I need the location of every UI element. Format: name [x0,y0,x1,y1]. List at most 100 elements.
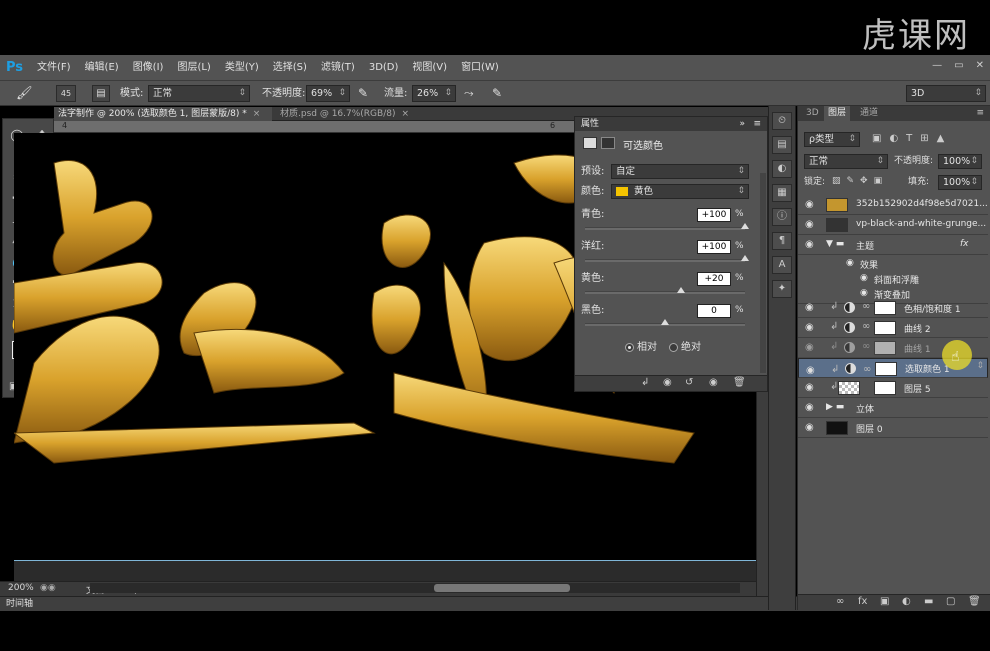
effect-eye-icon[interactable]: ◉ [860,288,868,298]
filter-icons[interactable]: ▣◐T⊞▲ [872,133,952,144]
eye-icon[interactable]: ◉ [805,422,814,433]
slider-thumb[interactable] [677,287,685,293]
layer-row[interactable]: ◉ 352b152902d4f98e5d7021... [798,195,988,215]
effect-eye-icon[interactable]: ◉ [846,258,854,268]
collapse-icon[interactable]: » [739,117,745,131]
layer-group-row[interactable]: ◉ ▶ ▬ 立体 [798,398,988,418]
swatches-icon[interactable]: ▦ [772,184,792,202]
eye-icon[interactable]: ◉ [805,219,814,230]
layers-menu-icon[interactable]: ≡ [972,106,988,121]
fill-input[interactable]: 100% [938,175,982,190]
collapsed-group-icon[interactable]: ▶ ▬ [826,402,844,412]
layer-row[interactable]: ◉ ↲ 图层 5 [798,378,988,398]
layer-row[interactable]: ◉ ↲ ∞ 曲线 2 [798,318,988,338]
info-icon[interactable]: ⓘ [772,208,792,226]
horizontal-scrollbar[interactable] [90,583,740,593]
layer-filter-select[interactable]: ρ类型 [804,132,860,147]
mask-thumb[interactable] [874,381,896,395]
layer-opacity-input[interactable]: 100% [938,154,982,169]
menu-3d[interactable]: 3D(D) [362,55,406,80]
link-layers-icon[interactable]: ∞ [836,596,844,607]
airbrush-icon[interactable]: ⤳ [464,85,474,102]
slider-value-input[interactable]: +100 [697,240,731,254]
layer-row[interactable]: ◉ 图层 0 [798,418,988,438]
color-select[interactable]: 黄色 [611,184,749,199]
view-previous-icon[interactable]: ◉ [663,377,672,388]
doc-tab-active[interactable]: 法字制作 @ 200% (选取颜色 1, 图层蒙版/8) * × [54,107,272,121]
slider-track[interactable] [585,259,745,262]
minimize-button[interactable]: — [932,60,942,71]
brush-size-picker[interactable]: 45 [56,85,76,102]
horizontal-scroll-thumb[interactable] [434,584,570,592]
link-icon[interactable]: ∞ [862,321,870,332]
history-icon[interactable]: ⏲ [772,112,792,130]
workspace-select[interactable]: 3D [906,85,986,102]
new-adjustment-icon[interactable]: ◐ [902,596,911,607]
properties-icon[interactable]: ▤ [772,136,792,154]
eye-icon[interactable]: ◉ [805,382,814,393]
blend-mode-select[interactable]: 正常 [804,154,888,169]
eye-icon[interactable]: ◉ [805,302,814,313]
eye-icon[interactable]: ◉ [805,322,814,333]
doc-tab-material[interactable]: 材质.psd @ 16.7%(RGB/8) × [276,107,426,121]
character-icon[interactable]: A [772,256,792,274]
menu-edit[interactable]: 编辑(E) [78,55,126,80]
preset-select[interactable]: 自定 [611,164,749,179]
add-mask-icon[interactable]: ▣ [880,596,889,607]
slider-thumb[interactable] [741,223,749,229]
delete-icon[interactable]: 🗑 [733,377,746,388]
visibility-icon[interactable]: ◉ [709,377,718,388]
brush-tool-icon[interactable]: 🖌 [16,85,33,102]
eye-icon[interactable]: ◉ [806,363,815,378]
menu-image[interactable]: 图像(I) [126,55,171,80]
flow-input[interactable]: 26% [412,85,456,102]
new-layer-icon[interactable]: ▢ [946,596,955,607]
link-icon[interactable]: ∞ [862,341,870,352]
mask-thumb[interactable] [874,341,896,355]
mode-select[interactable]: 正常 [148,85,250,102]
link-icon[interactable]: ∞ [862,301,870,312]
mask-icon[interactable] [601,137,615,149]
pressure-opacity-icon[interactable]: ✎ [358,85,368,102]
close-button[interactable]: ✕ [976,60,984,71]
reset-icon[interactable]: ↺ [685,377,693,388]
link-icon[interactable]: ∞ [863,362,871,377]
mask-thumb[interactable] [874,301,896,315]
mask-thumb[interactable] [875,362,897,376]
brush-preset-icon[interactable]: ✦ [772,280,792,298]
mask-thumb[interactable] [874,321,896,335]
layer-row[interactable]: ◉ vp-black-and-white-grunge... [798,215,988,235]
menu-select[interactable]: 选择(S) [266,55,314,80]
properties-scrollbar[interactable] [760,173,766,373]
eye-icon[interactable]: ◉ [805,342,814,353]
slider-value-input[interactable]: 0 [697,304,731,318]
opacity-input[interactable]: 69% [306,85,350,102]
lock-icons[interactable]: ▨✎✥▣ [832,176,888,186]
adjust-icon[interactable]: ◐ [772,160,792,178]
fx-badge[interactable]: fx [960,239,969,249]
slider-value-input[interactable]: +20 [697,272,731,286]
layer-row[interactable]: ◉ ↲ ∞ 色相/饱和度 1 [798,298,988,318]
absolute-radio[interactable] [669,343,678,352]
panel-menu-icon[interactable]: ≡ [753,117,761,131]
new-group-icon[interactable]: ▬ [924,596,933,607]
menu-view[interactable]: 视图(V) [405,55,454,80]
paragraph-icon[interactable]: ¶ [772,232,792,250]
status-icon[interactable]: ◉◉ [40,583,56,593]
menu-file[interactable]: 文件(F) [30,55,78,80]
slider-thumb[interactable] [741,255,749,261]
pressure-size-icon[interactable]: ✎ [492,85,502,102]
eye-icon[interactable]: ◉ [805,199,814,210]
relative-radio[interactable] [625,343,634,352]
delete-layer-icon[interactable]: 🗑 [968,596,981,607]
menu-window[interactable]: 窗口(W) [454,55,506,80]
eye-icon[interactable]: ◉ [805,239,814,250]
slider-thumb[interactable] [661,319,669,325]
menu-type[interactable]: 类型(Y) [218,55,266,80]
layer-group-row[interactable]: ◉ ▼ ▬ 主题 fx [798,235,988,255]
zoom-level[interactable]: 200% [8,583,34,593]
slider-value-input[interactable]: +100 [697,208,731,222]
tab-3d[interactable]: 3D [802,106,823,121]
maximize-button[interactable]: ▭ [954,60,963,71]
slider-track[interactable] [585,291,745,294]
